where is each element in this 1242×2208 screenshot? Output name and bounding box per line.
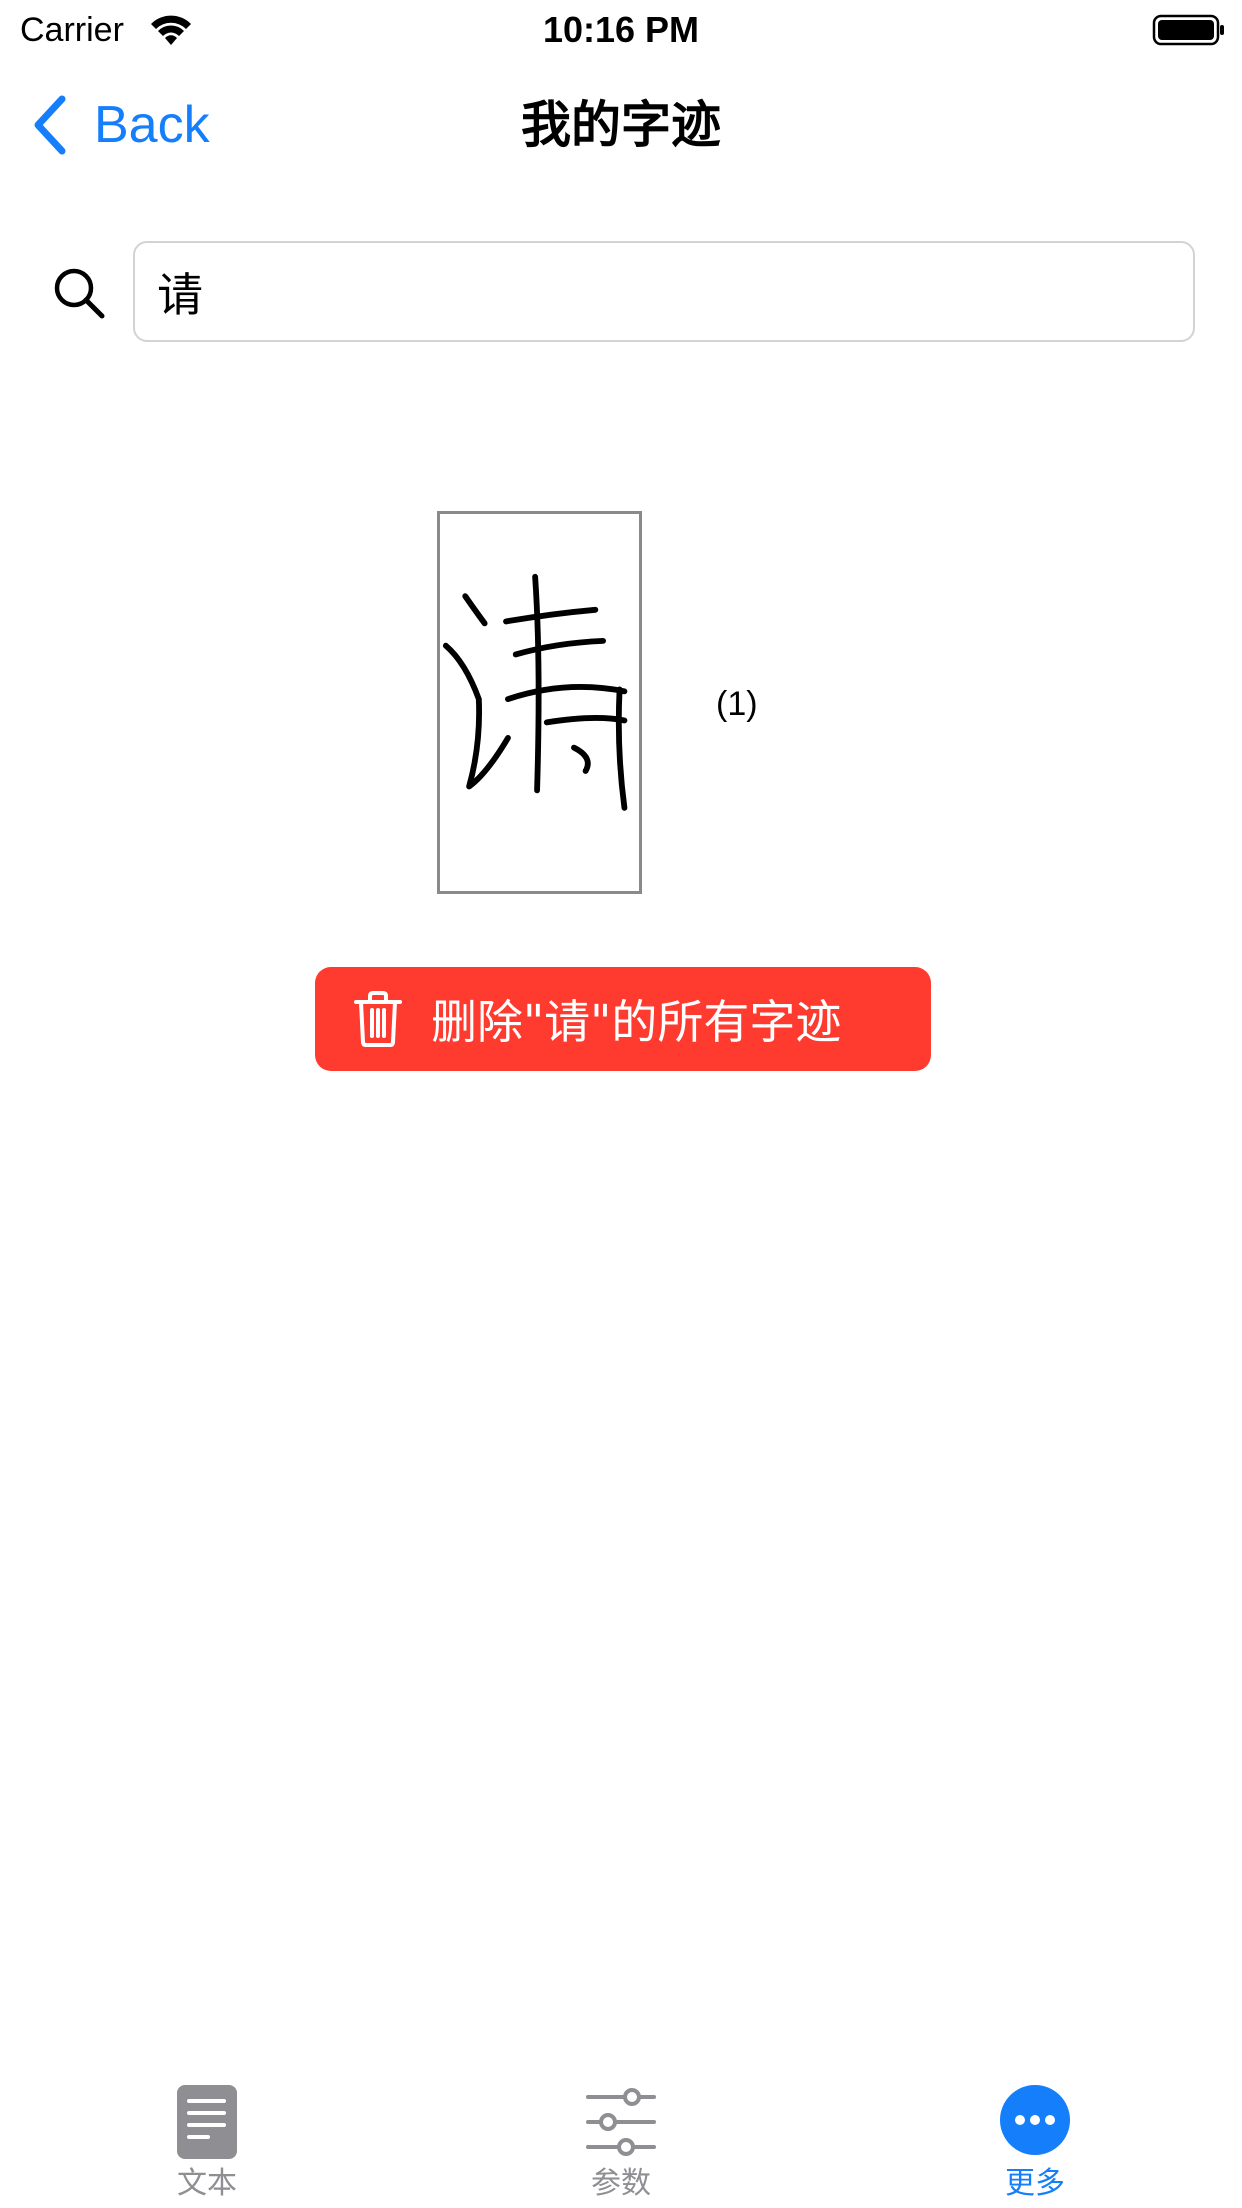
sliders-icon (586, 2088, 656, 2156)
sample-count: (1) (716, 685, 758, 723)
document-icon (177, 2085, 237, 2159)
page-title: 我的字迹 (521, 96, 721, 154)
tab-more[interactable]: 更多 (935, 2060, 1135, 2208)
tab-text[interactable]: 文本 (107, 2060, 307, 2208)
status-time: 10:16 PM (542, 9, 700, 50)
delete-all-button[interactable]: 删除"请"的所有字迹 (315, 967, 931, 1071)
navigation-bar: Back 我的字迹 (0, 60, 1242, 190)
search-input[interactable] (133, 241, 1195, 342)
search-icon (54, 268, 105, 319)
more-icon (1000, 2085, 1070, 2155)
delete-all-label: 删除"请"的所有字迹 (431, 995, 842, 1049)
tab-more-label: 更多 (1005, 2166, 1065, 2201)
status-bar: Carrier 10:16 PM (0, 0, 1242, 60)
tab-parameters-label: 参数 (591, 2166, 651, 2201)
battery-icon (1152, 14, 1224, 46)
handwritten-glyph (442, 573, 628, 811)
handwriting-sample[interactable] (437, 511, 642, 894)
tab-bar: 文本 参数 更多 (0, 2060, 1242, 2208)
tab-text-label: 文本 (177, 2166, 237, 2201)
tab-parameters[interactable]: 参数 (521, 2060, 721, 2208)
trash-icon (354, 991, 402, 1047)
